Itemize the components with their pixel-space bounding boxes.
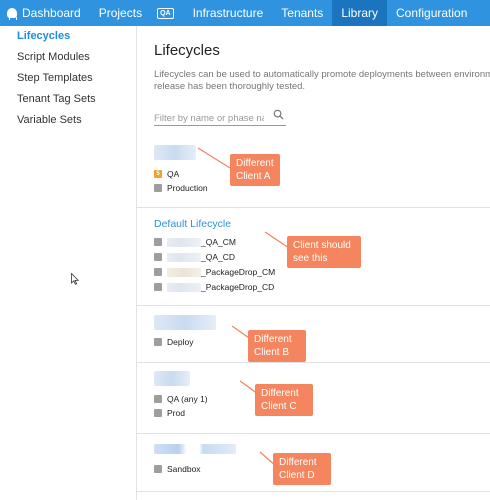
- card-divider: [137, 491, 490, 492]
- mouse-cursor-icon: [71, 273, 79, 285]
- annotation-line: Different: [261, 388, 299, 399]
- lifecycle-name-redacted[interactable]: [154, 371, 190, 386]
- nav-dashboard-label: Dashboard: [22, 6, 81, 20]
- card-divider: [137, 305, 490, 306]
- phase-icon: [154, 338, 162, 346]
- phase-icon: [154, 283, 162, 291]
- intro-text: Lifecycles can be used to automatically …: [154, 69, 490, 93]
- phase-label: _PackageDrop_CM: [201, 267, 276, 277]
- nav-configuration-label: Configuration: [396, 6, 468, 20]
- nav-infrastructure-label: Infrastructure: [192, 6, 264, 20]
- redacted-text: [167, 237, 201, 247]
- phase-packagedrop-cm: _PackageDrop_CM: [154, 266, 275, 278]
- lifecycle-name-redacted[interactable]: [154, 145, 196, 160]
- phase-packagedrop-cd: _PackageDrop_CD: [154, 281, 274, 293]
- annotation-line: Client B: [254, 347, 290, 358]
- phase-icon: [154, 184, 162, 192]
- nav-qa[interactable]: QA: [151, 0, 184, 26]
- lifecycle-name-default[interactable]: Default Lifecycle: [154, 218, 231, 230]
- phase-production: Production: [154, 182, 208, 194]
- phase-label: _QA_CD: [201, 252, 236, 262]
- redacted-text: [167, 282, 201, 292]
- octopus-logo-icon: [7, 8, 17, 20]
- nav-library-label: Library: [341, 6, 378, 20]
- nav-infrastructure[interactable]: Infrastructure: [184, 0, 273, 26]
- sidebar: Lifecycles Script Modules Step Templates…: [0, 26, 137, 500]
- sidebar-item-variable-sets[interactable]: Variable Sets: [0, 110, 136, 131]
- phase-icon: [154, 238, 162, 246]
- phase-label: Deploy: [167, 337, 194, 347]
- filter-input[interactable]: [154, 113, 264, 124]
- card-divider: [137, 207, 490, 208]
- phase-label: Prod: [167, 408, 185, 418]
- phase-icon: [154, 465, 162, 473]
- phase-label: QA: [167, 169, 180, 179]
- phase-qa-any: QA (any 1): [154, 393, 208, 405]
- annotation-line: Client D: [279, 470, 315, 481]
- phase-label: Production: [167, 183, 208, 193]
- intro-line-1: Lifecycles can be used to automatically …: [154, 69, 490, 80]
- nav-projects-label: Projects: [98, 6, 143, 20]
- nav-tenants-label: Tenants: [281, 6, 324, 20]
- phase-icon: [154, 253, 162, 261]
- card-divider: [137, 362, 490, 363]
- sidebar-item-step-templates[interactable]: Step Templates: [0, 68, 136, 89]
- annotation-client-a: Different Client A: [230, 154, 280, 186]
- nav-tenants[interactable]: Tenants: [272, 0, 332, 26]
- annotation-line: Client should: [293, 240, 351, 251]
- phase-label: _QA_CM: [201, 237, 236, 247]
- annotation-line: Client C: [261, 401, 297, 412]
- sidebar-item-tenant-tag-sets[interactable]: Tenant Tag Sets: [0, 89, 136, 110]
- phase-label: QA (any 1): [167, 394, 208, 404]
- sidebar-item-script-modules[interactable]: Script Modules: [0, 47, 136, 68]
- phase-icon: [154, 268, 162, 276]
- card-divider: [137, 433, 490, 434]
- filter-field[interactable]: [154, 108, 286, 126]
- phase-label: Sandbox: [167, 464, 201, 474]
- annotation-client-d: Different Client D: [273, 453, 331, 485]
- redacted-text: [167, 252, 201, 262]
- annotation-line: Different: [254, 334, 292, 345]
- phase-qa-cm: _QA_CM: [154, 236, 236, 248]
- annotation-line: Client A: [236, 171, 271, 182]
- sidebar-item-lifecycles[interactable]: Lifecycles: [0, 26, 136, 47]
- phase-deploy: Deploy: [154, 336, 193, 348]
- annotation-client-b: Different Client B: [248, 330, 306, 362]
- intro-line-2: release has been thoroughly tested.: [154, 81, 306, 92]
- search-icon[interactable]: [273, 109, 284, 120]
- lifecycle-name-redacted[interactable]: [154, 444, 236, 454]
- phase-sandbox: Sandbox: [154, 463, 201, 475]
- nav-configuration[interactable]: Configuration: [387, 0, 476, 26]
- annotation-client-should-see: Client should see this: [287, 236, 361, 268]
- page-title: Lifecycles: [154, 42, 220, 59]
- app-root: Dashboard Projects QA Infrastructure Ten…: [0, 0, 490, 500]
- phase-qa-cd: _QA_CD: [154, 251, 235, 263]
- lifecycle-name-redacted[interactable]: [154, 315, 216, 330]
- annotation-line: Different: [279, 457, 317, 468]
- nav-dashboard[interactable]: Dashboard: [0, 0, 90, 26]
- phase-icon: [154, 395, 162, 403]
- phase-icon: [154, 409, 162, 417]
- nav-library[interactable]: Library: [332, 0, 387, 26]
- redacted-text: [167, 267, 201, 277]
- top-navigation: Dashboard Projects QA Infrastructure Ten…: [0, 0, 490, 26]
- phase-prod: Prod: [154, 407, 185, 419]
- annotation-line: see this: [293, 253, 328, 264]
- phase-qa: 5 QA: [154, 168, 179, 180]
- qa-badge-icon: QA: [157, 7, 174, 19]
- phase-count-badge: 5: [154, 170, 162, 178]
- annotation-client-c: Different Client C: [255, 384, 313, 416]
- annotation-line: Different: [236, 158, 274, 169]
- nav-projects[interactable]: Projects: [90, 0, 151, 26]
- phase-label: _PackageDrop_CD: [201, 282, 275, 292]
